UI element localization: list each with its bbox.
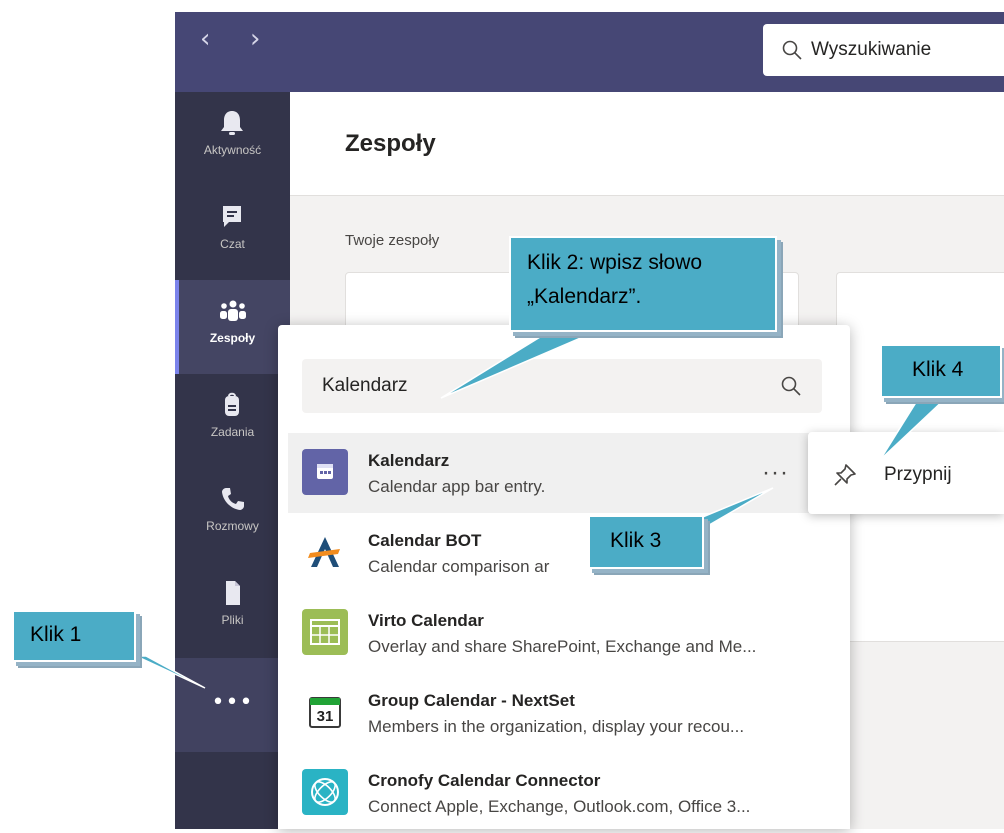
callout-klik-2: Klik 2: wpisz słowo „Kalendarz”.: [509, 236, 777, 332]
callout-text: Klik 4: [912, 358, 964, 381]
callout-text: Klik 1: [30, 623, 82, 646]
callout-klik-3: Klik 3: [588, 515, 704, 569]
callout-text: „Kalendarz”.: [527, 285, 642, 308]
callout-text: Klik 3: [610, 529, 662, 552]
callout-text: Klik 2: wpisz słowo: [527, 251, 703, 274]
callout-pointers: [135, 333, 950, 689]
callout-klik-4: Klik 4: [880, 344, 1002, 398]
callout-klik-1: Klik 1: [12, 610, 136, 662]
